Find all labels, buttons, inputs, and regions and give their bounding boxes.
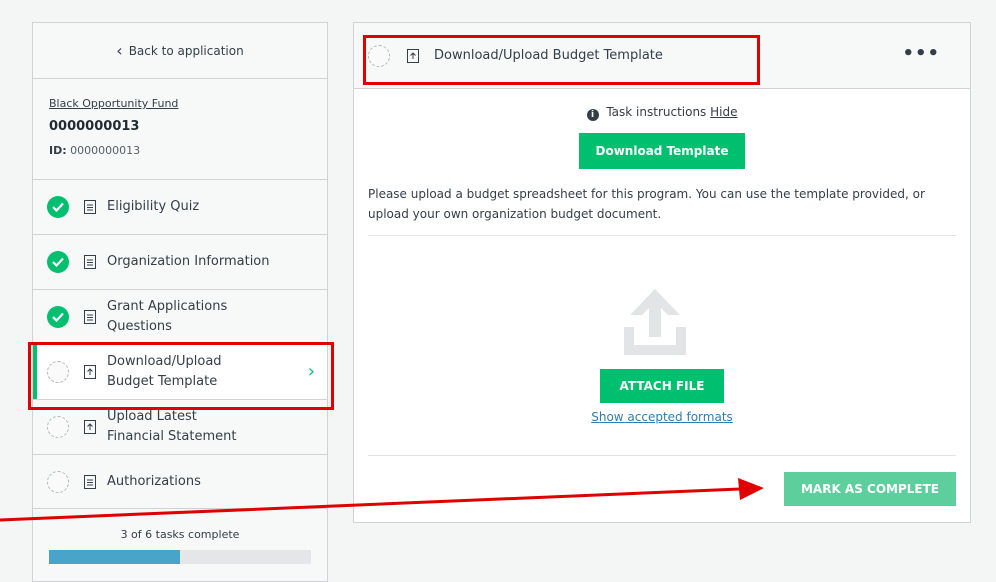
progress-text: 3 of 6 tasks complete [120,528,240,541]
divider [368,455,956,456]
task-description: Please upload a budget spreadsheet for t… [368,187,925,221]
task-title: Download/Upload Budget Template [434,48,663,63]
more-options-icon[interactable]: ••• [902,43,940,64]
progress-bar-fill [49,550,180,564]
task-detail-panel: Download/Upload Budget Template ••• i Ta… [353,22,971,523]
document-icon [83,309,97,325]
download-template-button[interactable]: Download Template [579,133,745,169]
chevron-right-icon: › [307,361,315,382]
id-value: 0000000013 [70,144,141,157]
id-label: ID: [49,144,67,157]
back-link-label: Back to application [128,43,244,58]
check-complete-icon [47,251,69,273]
task-label: Grant Applications Questions [107,299,228,334]
attach-file-button[interactable]: ATTACH FILE [600,369,724,403]
incomplete-status-icon [47,470,69,493]
application-summary: Black Opportunity Fund 0000000013 ID: 00… [49,97,317,157]
show-accepted-formats-link[interactable]: Show accepted formats [354,410,970,424]
application-number: 0000000013 [49,119,140,134]
incomplete-status-icon [47,361,69,383]
back-to-application-link[interactable]: ‹ Back to application [33,23,327,79]
chevron-left-icon: ‹ [116,40,123,60]
upload-file-icon [83,364,97,380]
task-organization-information[interactable]: Organization Information [33,234,327,289]
task-label: Upload Latest Financial Statement [107,409,237,444]
upload-file-icon [406,48,420,64]
task-label: Eligibility Quiz [107,199,200,214]
task-sidebar: ‹ Back to application Black Opportunity … [32,22,328,582]
fund-name-link[interactable]: Black Opportunity Fund [49,97,317,110]
task-label: Organization Information [107,254,270,269]
hide-instructions-link[interactable]: Hide [710,105,737,119]
incomplete-status-icon [368,44,390,67]
check-complete-icon [47,306,69,328]
document-icon [83,199,97,215]
info-icon: i [586,109,599,121]
instructions-label: Task instructions [606,105,707,119]
task-header: Download/Upload Budget Template ••• [354,23,970,89]
check-complete-icon [47,196,69,218]
upload-file-icon [83,419,97,435]
task-upload-latest-financial-statement[interactable]: Upload Latest Financial Statement [33,399,327,454]
incomplete-status-icon [47,416,69,438]
upload-cloud-icon [624,289,686,355]
task-label: Download/Upload Budget Template [107,354,222,389]
task-eligibility-quiz[interactable]: Eligibility Quiz [33,179,327,234]
task-authorizations[interactable]: Authorizations [33,454,327,509]
task-instructions-row: i Task instructions Hide [354,105,970,121]
task-list: Eligibility Quiz Organization Informatio… [33,179,327,509]
application-id: ID: 0000000013 [49,144,317,157]
divider [368,235,956,236]
progress-bar [49,550,311,564]
mark-as-complete-button[interactable]: MARK AS COMPLETE [784,472,956,506]
task-grant-applications-questions[interactable]: Grant Applications Questions [33,289,327,344]
document-icon [83,474,97,490]
task-label: Authorizations [107,473,201,489]
document-icon [83,254,97,270]
task-download-upload-budget-template[interactable]: Download/Upload Budget Template › [33,344,327,399]
